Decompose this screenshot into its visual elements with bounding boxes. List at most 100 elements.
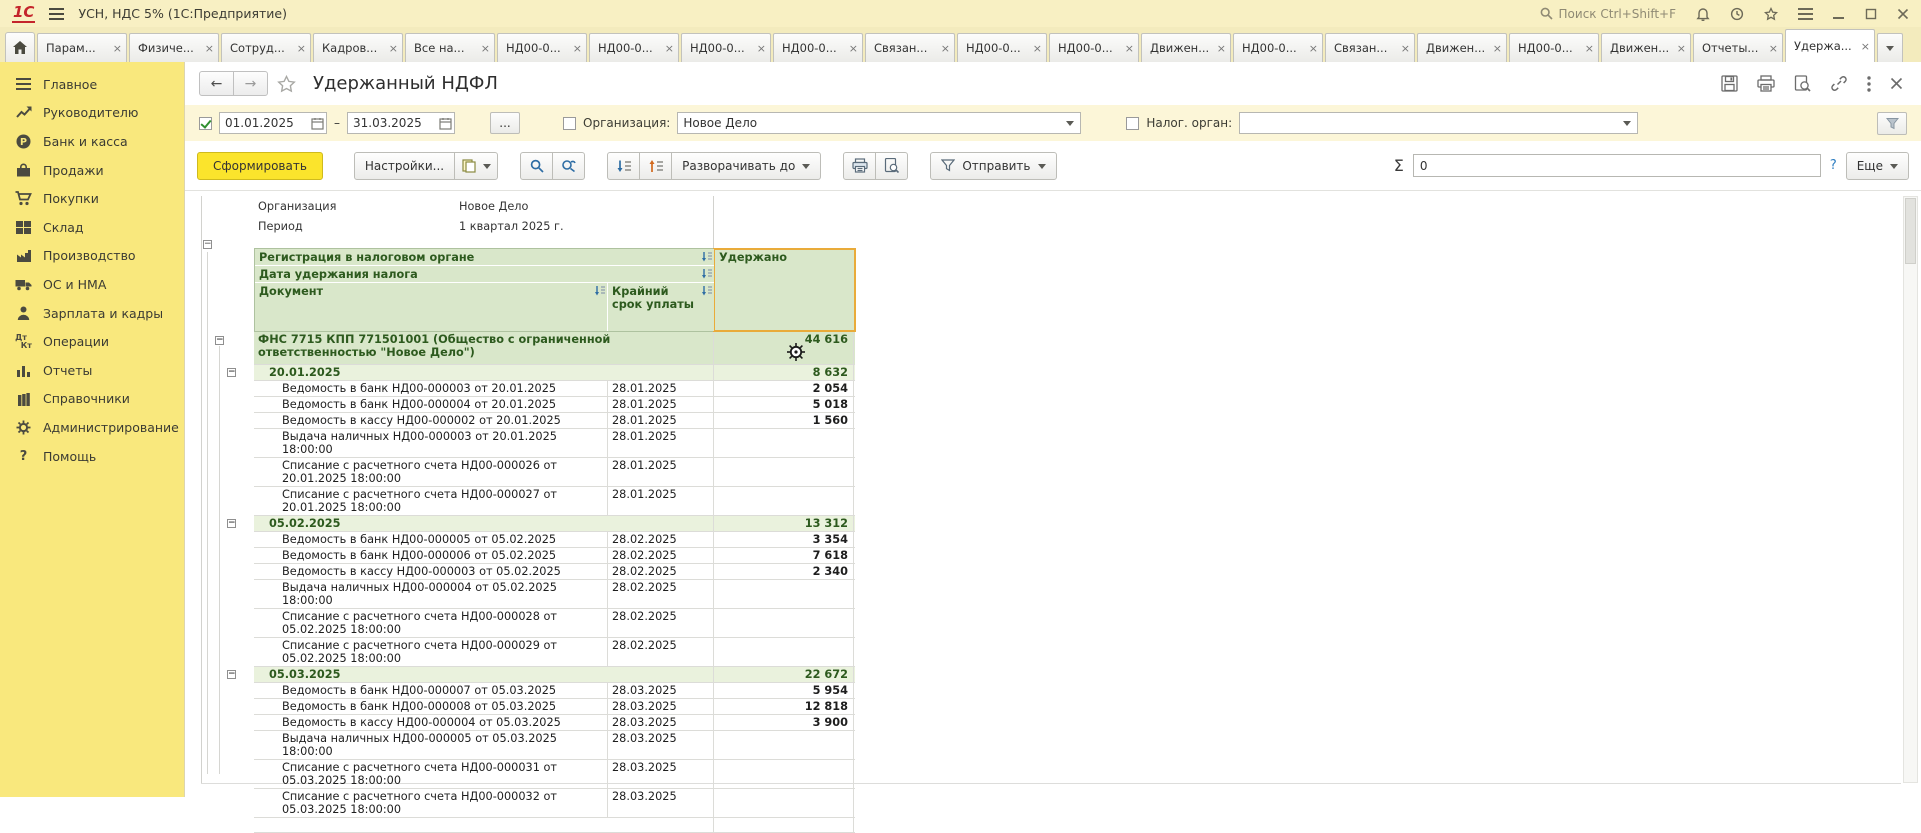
- tab-overflow-button[interactable]: [1877, 33, 1903, 62]
- history-icon[interactable]: [1730, 7, 1744, 21]
- sidebar-item-ос-и-нма[interactable]: ОС и НМА: [0, 270, 184, 299]
- forward-button[interactable]: →: [233, 71, 268, 96]
- tab-close-icon[interactable]: ×: [757, 42, 766, 55]
- tab-close-icon[interactable]: ×: [573, 42, 582, 55]
- date-group-row[interactable]: − 05.03.2025 22 672: [254, 667, 855, 683]
- tab-close-icon[interactable]: ×: [941, 42, 950, 55]
- tab[interactable]: Удержа... ×: [1785, 29, 1875, 62]
- date-group-row[interactable]: − 20.01.2025 8 632: [254, 365, 855, 381]
- expand-groups-button[interactable]: [639, 152, 672, 180]
- tab-close-icon[interactable]: ×: [1217, 42, 1226, 55]
- document-row[interactable]: Ведомость в банк НД00-000005 от 05.02.20…: [254, 532, 855, 548]
- tab[interactable]: Движен... ×: [1601, 33, 1691, 62]
- document-row[interactable]: Ведомость в банк НД00-000006 от 05.02.20…: [254, 548, 855, 564]
- tab-close-icon[interactable]: ×: [297, 42, 306, 55]
- report-variants-button[interactable]: [454, 152, 498, 180]
- tab-close-icon[interactable]: ×: [1861, 40, 1870, 53]
- print-preview-icon[interactable]: [1794, 75, 1811, 92]
- document-row[interactable]: Ведомость в банк НД00-000003 от 20.01.20…: [254, 381, 855, 397]
- tab[interactable]: Кадров... ×: [313, 33, 403, 62]
- column-header-registration[interactable]: Регистрация в налоговом органе: [255, 249, 714, 266]
- tax-authority-combo[interactable]: [1239, 112, 1638, 134]
- document-row[interactable]: Ведомость в кассу НД00-000003 от 05.02.2…: [254, 564, 855, 580]
- collapse-toggle[interactable]: −: [227, 670, 236, 679]
- window-maximize-icon[interactable]: [1865, 8, 1877, 20]
- print-button[interactable]: [843, 152, 876, 180]
- date-from-field[interactable]: 01.01.2025: [219, 112, 327, 134]
- document-row[interactable]: Списание с расчетного счета НД00-000027 …: [254, 487, 855, 516]
- sidebar-item-покупки[interactable]: Покупки: [0, 184, 184, 213]
- sidebar-item-банк-и-касса[interactable]: Р Банк и касса: [0, 127, 184, 156]
- tab[interactable]: НД00-0... ×: [1049, 33, 1139, 62]
- tab[interactable]: НД00-0... ×: [497, 33, 587, 62]
- expand-to-button[interactable]: Разворачивать до: [671, 152, 821, 180]
- favorite-star-icon[interactable]: [277, 75, 296, 93]
- sidebar-item-помощь[interactable]: ? Помощь: [0, 442, 184, 471]
- calendar-icon[interactable]: [311, 117, 324, 130]
- help-icon[interactable]: ?: [1830, 158, 1837, 173]
- sidebar-item-производство[interactable]: Производство: [0, 242, 184, 271]
- date-group-row[interactable]: − 05.02.2025 13 312: [254, 516, 855, 532]
- column-header-withheld selected-cell-highlight[interactable]: Удержано: [714, 249, 855, 331]
- document-row[interactable]: Выдача наличных НД00-000003 от 20.01.202…: [254, 429, 855, 458]
- sidebar-item-зарплата-и-кадры[interactable]: Зарплата и кадры: [0, 299, 184, 328]
- tab-close-icon[interactable]: ×: [481, 42, 490, 55]
- tab-close-icon[interactable]: ×: [1125, 42, 1134, 55]
- more-button[interactable]: Еще: [1846, 152, 1909, 180]
- tax-authority-checkbox[interactable]: [1126, 117, 1139, 130]
- collapse-toggle[interactable]: −: [203, 240, 212, 249]
- document-row[interactable]: Списание с расчетного счета НД00-000029 …: [254, 638, 855, 667]
- tab-close-icon[interactable]: ×: [1309, 42, 1318, 55]
- column-header-document[interactable]: Документ: [255, 283, 608, 331]
- send-button[interactable]: Отправить: [930, 152, 1056, 180]
- autosum-field[interactable]: 0: [1413, 154, 1821, 177]
- document-row[interactable]: Списание с расчетного счета НД00-000032 …: [254, 789, 855, 818]
- organization-checkbox[interactable]: [563, 117, 576, 130]
- tab-close-icon[interactable]: ×: [205, 42, 214, 55]
- tab-close-icon[interactable]: ×: [1677, 42, 1686, 55]
- tab[interactable]: НД00-0... ×: [773, 33, 863, 62]
- tab[interactable]: Отчеты... ×: [1693, 33, 1783, 62]
- tab-close-icon[interactable]: ×: [1769, 42, 1778, 55]
- tab-close-icon[interactable]: ×: [1033, 42, 1042, 55]
- filter-settings-button[interactable]: [1877, 112, 1907, 135]
- settings-button[interactable]: Настройки...: [354, 152, 455, 180]
- sidebar-item-склад[interactable]: Склад: [0, 213, 184, 242]
- tab-close-icon[interactable]: ×: [389, 42, 398, 55]
- document-row[interactable]: Выдача наличных НД00-000005 от 05.03.202…: [254, 731, 855, 760]
- sidebar-item-операции[interactable]: Дт Кт Операции: [0, 327, 184, 356]
- sidebar-item-администрирование[interactable]: Администрирование: [0, 413, 184, 442]
- period-checkbox[interactable]: [199, 117, 212, 130]
- tab-close-icon[interactable]: ×: [1493, 42, 1502, 55]
- scrollbar-thumb[interactable]: [1905, 198, 1916, 264]
- tab[interactable]: Сотруд... ×: [221, 33, 311, 62]
- close-report-icon[interactable]: [1890, 77, 1903, 90]
- date-to-field[interactable]: 31.03.2025: [347, 112, 455, 134]
- column-header-hold-date[interactable]: Дата удержания налога: [255, 266, 714, 283]
- column-header-due[interactable]: Крайний срок уплаты: [608, 283, 714, 331]
- sidebar-item-главное[interactable]: Главное: [0, 70, 184, 99]
- organization-combo[interactable]: Новое Дело: [677, 112, 1081, 134]
- sort-icon[interactable]: [594, 285, 605, 296]
- tab[interactable]: Парам... ×: [37, 33, 127, 62]
- document-row[interactable]: Ведомость в банк НД00-000004 от 20.01.20…: [254, 397, 855, 413]
- home-tab[interactable]: [5, 32, 35, 62]
- document-row[interactable]: Ведомость в банк НД00-000007 от 05.03.20…: [254, 683, 855, 699]
- chevron-down-icon[interactable]: [1619, 113, 1635, 133]
- calendar-icon[interactable]: [439, 117, 452, 130]
- tab-close-icon[interactable]: ×: [1585, 42, 1594, 55]
- document-row[interactable]: Ведомость в кассу НД00-000004 от 05.03.2…: [254, 715, 855, 731]
- vertical-scrollbar[interactable]: [1903, 196, 1918, 783]
- main-menu-icon[interactable]: [49, 8, 64, 20]
- tab-close-icon[interactable]: ×: [665, 42, 674, 55]
- sort-icon[interactable]: [701, 251, 712, 262]
- get-link-icon[interactable]: [1830, 75, 1848, 92]
- chevron-down-icon[interactable]: [1062, 113, 1078, 133]
- tab-close-icon[interactable]: ×: [849, 42, 858, 55]
- tab[interactable]: Движен... ×: [1417, 33, 1507, 62]
- back-button[interactable]: ←: [199, 71, 234, 96]
- tab[interactable]: НД00-0... ×: [589, 33, 679, 62]
- preview-button[interactable]: [875, 152, 908, 180]
- more-menu-icon[interactable]: [1867, 76, 1871, 92]
- tab[interactable]: НД00-0... ×: [1509, 33, 1599, 62]
